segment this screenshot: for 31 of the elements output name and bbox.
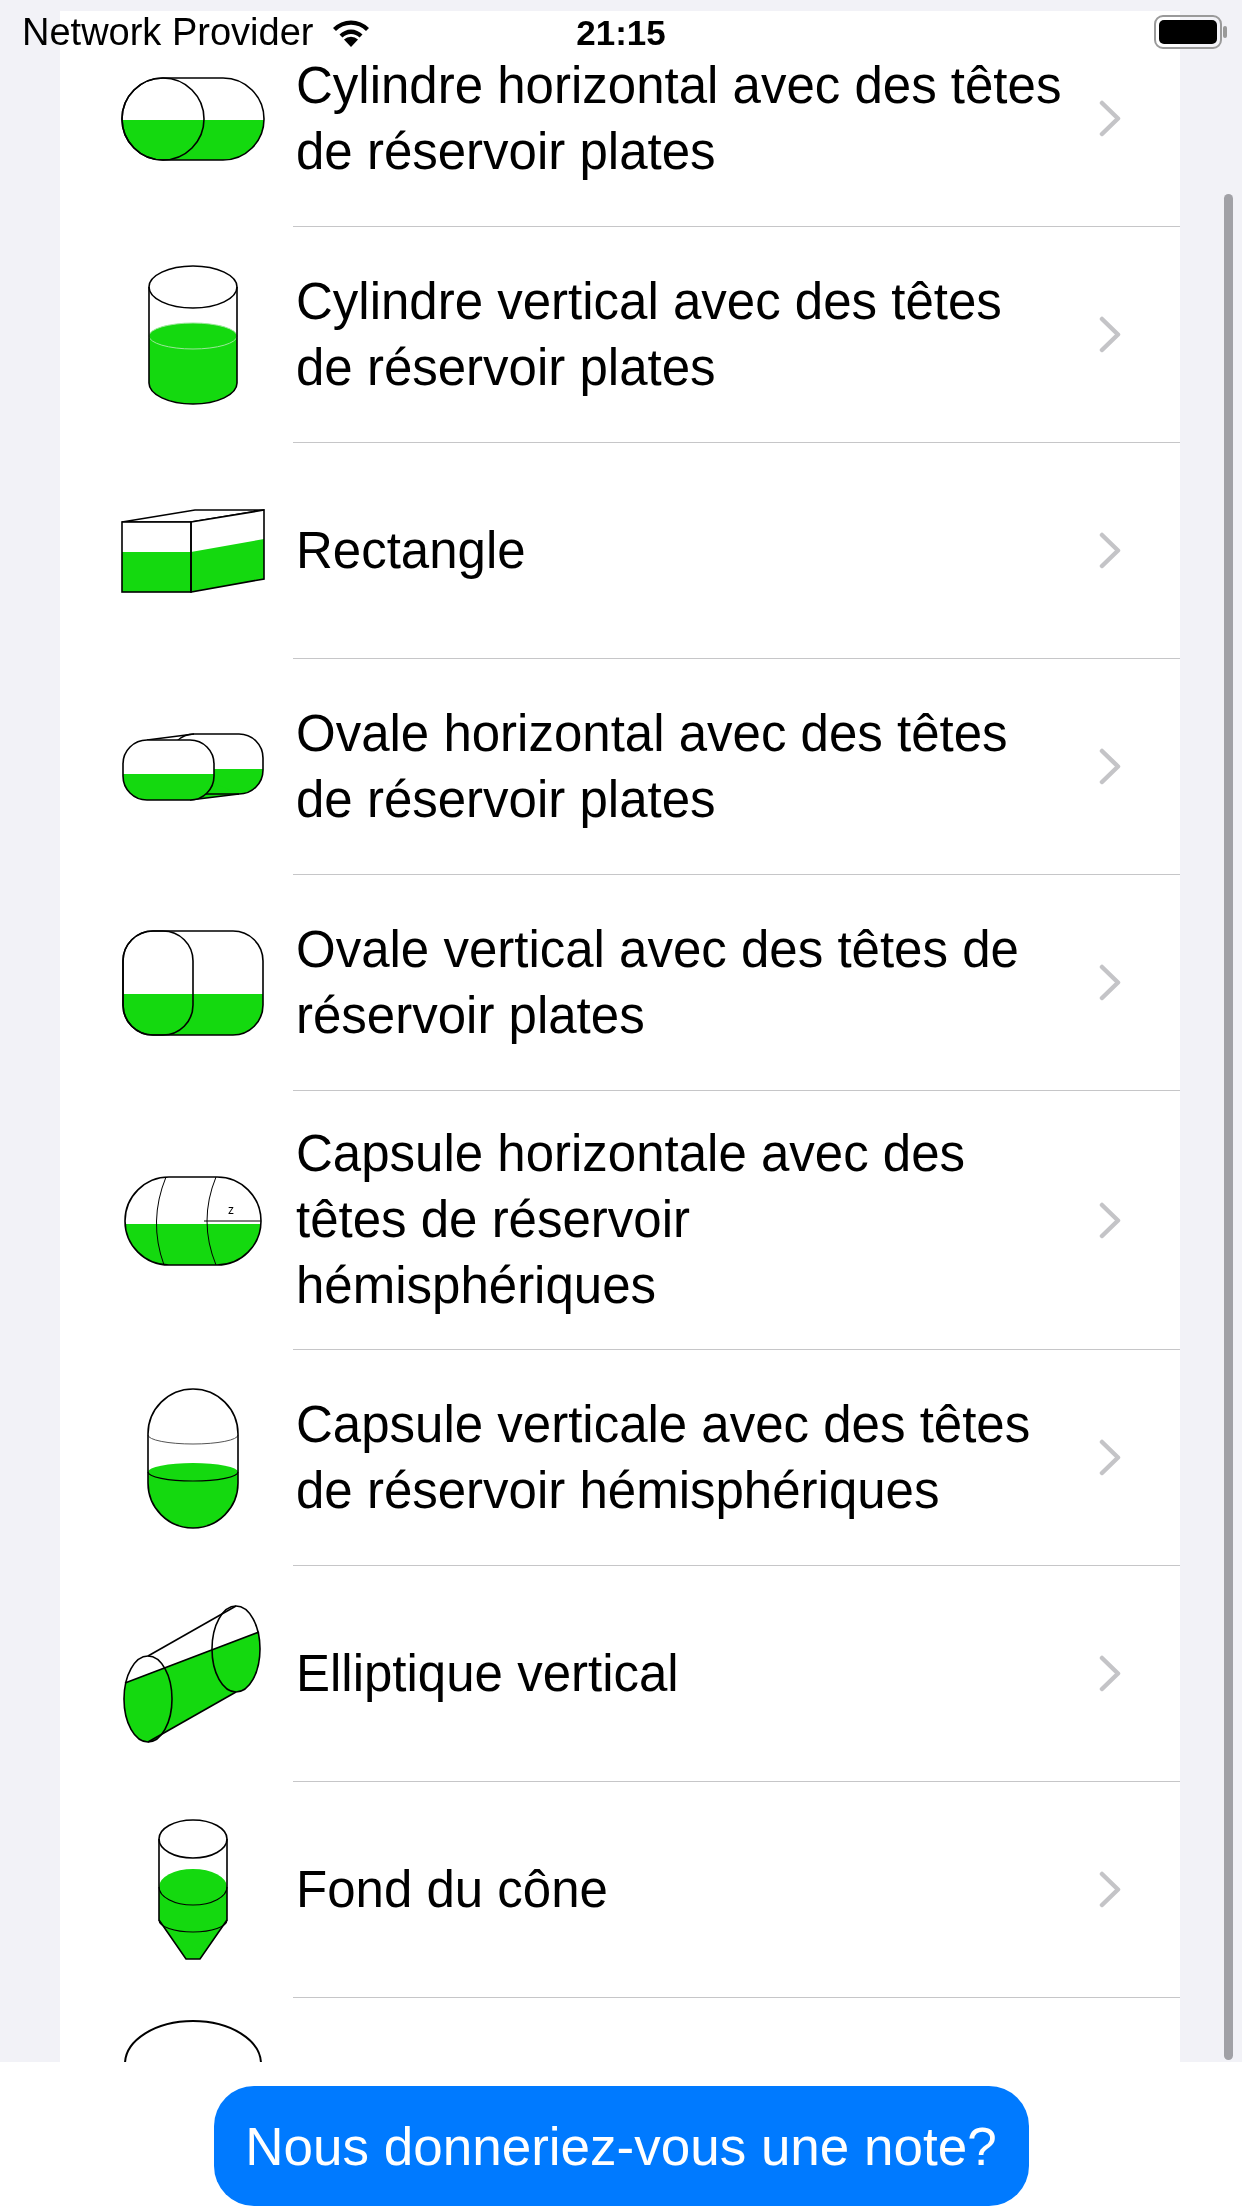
chevron-right-icon[interactable] (1099, 964, 1121, 1001)
clock-time: 21:15 (576, 14, 666, 50)
tank-type-label[interactable]: Elliptique vertical (296, 1640, 679, 1707)
battery-icon (1154, 15, 1228, 49)
vertical-capsule-icon (147, 1387, 239, 1529)
chevron-right-icon[interactable] (1099, 100, 1121, 137)
chevron-right-icon[interactable] (1099, 1871, 1121, 1908)
dimension-label: z (228, 1202, 234, 1217)
chevron-right-icon[interactable] (1099, 1439, 1121, 1476)
cone-bottom-tank-icon (158, 1819, 228, 1961)
box-tank-icon (121, 509, 265, 593)
tank-type-label[interactable]: Fond du cône (296, 1856, 608, 1923)
carrier-name: Network Provider (22, 13, 314, 51)
rounded-tank-icon (122, 930, 264, 1036)
chevron-right-icon[interactable] (1099, 316, 1121, 353)
tank-type-label[interactable]: Ovale horizontal avec des têtes de réservoir plates (296, 700, 1008, 833)
chevron-right-icon[interactable] (1099, 1201, 1121, 1239)
tank-type-label[interactable]: Capsule horizontale avec des têtes de réservoir hémisphériques (296, 1121, 966, 1319)
tank-type-label[interactable]: Cylindre horizontal avec des têtes de réservoir plates (296, 52, 1062, 185)
rate-app-button[interactable]: Nous donneriez-vous une note? (213, 2086, 1029, 2206)
tank-type-label[interactable]: Capsule verticale avec des têtes de réservoir hémisphériques (296, 1391, 1031, 1524)
horizontal-oval-tank-icon (122, 733, 264, 801)
chevron-right-icon[interactable] (1099, 1655, 1121, 1692)
tank-type-label[interactable]: Ovale vertical avec des têtes de réservoir plates (296, 916, 1019, 1049)
tank-type-label[interactable]: Cylindre vertical avec des têtes de réservoir plates (296, 268, 1002, 401)
vertical-cylinder-icon (147, 264, 239, 406)
chevron-right-icon[interactable] (1099, 532, 1121, 569)
chevron-right-icon[interactable] (1099, 748, 1121, 785)
horizontal-cylinder-icon (121, 77, 265, 161)
tank-type-label[interactable]: Rectangle (296, 517, 526, 584)
slanted-cylinder-icon (122, 1604, 264, 1744)
